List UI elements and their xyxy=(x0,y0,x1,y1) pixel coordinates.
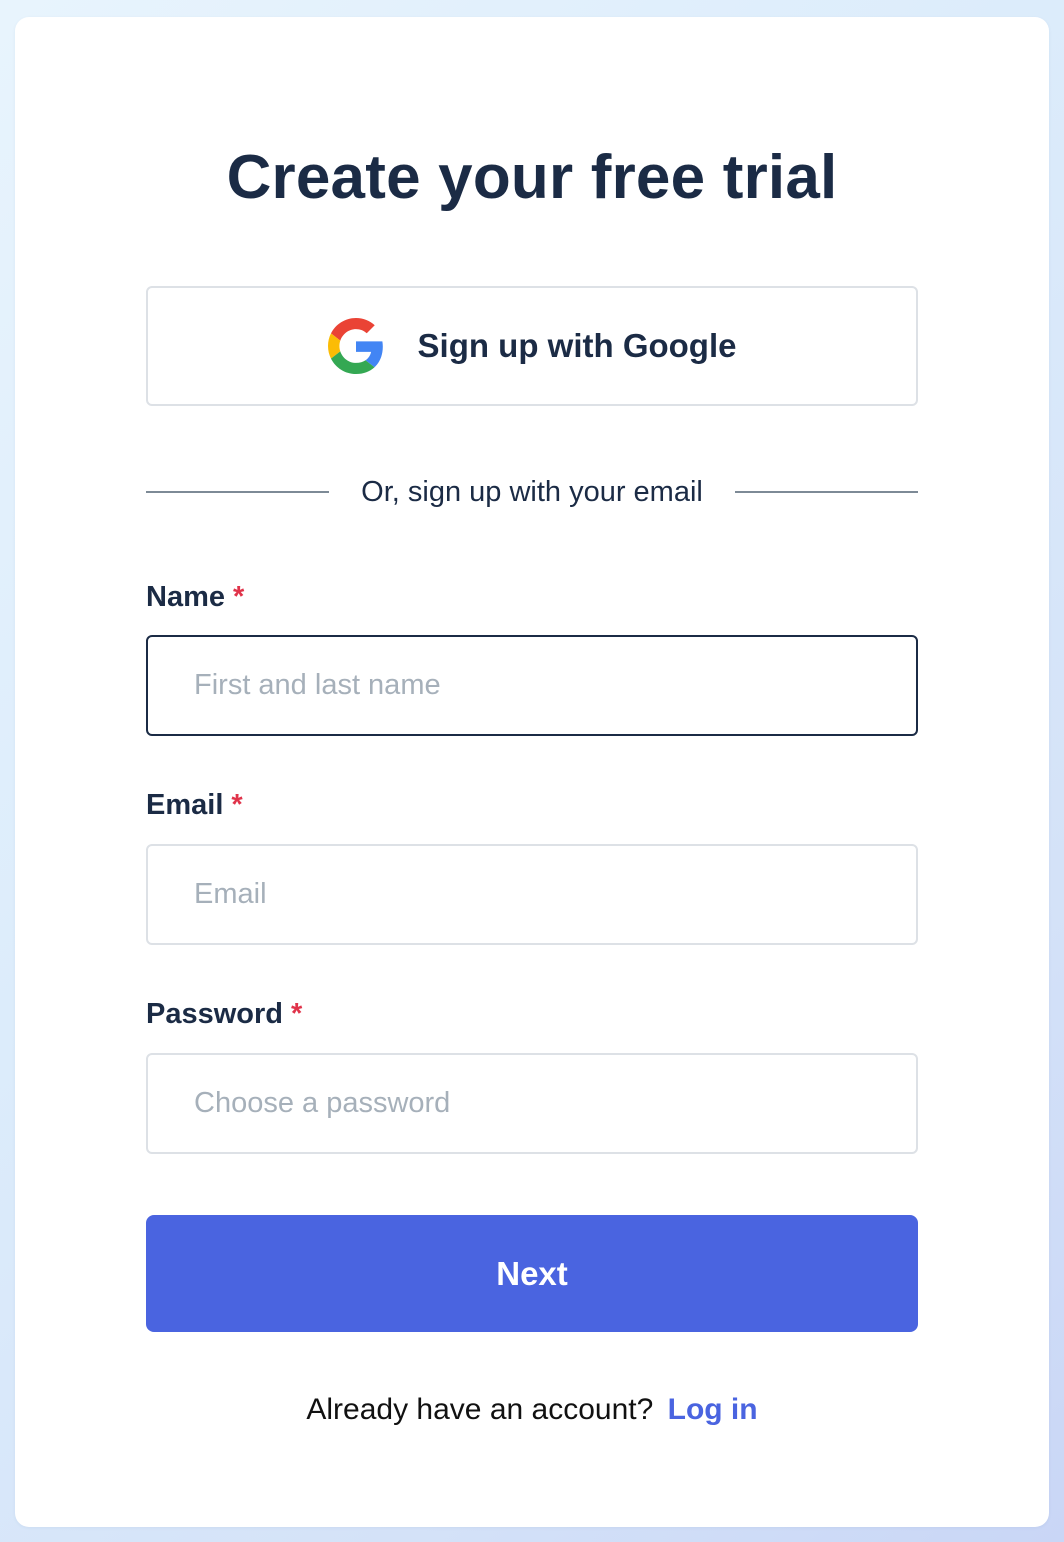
email-required-mark: * xyxy=(231,789,243,821)
email-label-text: Email xyxy=(146,789,224,821)
next-button[interactable]: Next xyxy=(146,1215,918,1332)
google-signup-label: Sign up with Google xyxy=(417,327,737,364)
divider-line-left xyxy=(146,491,330,493)
password-input[interactable] xyxy=(146,1053,918,1154)
password-required-mark: * xyxy=(291,998,303,1030)
password-label-text: Password xyxy=(146,998,283,1030)
page-title: Create your free trial xyxy=(226,143,838,212)
name-label: Name * xyxy=(146,577,918,617)
name-required-mark: * xyxy=(233,581,245,613)
or-divider: Or, sign up with your email xyxy=(146,469,919,515)
divider-line-right xyxy=(734,491,919,493)
login-prompt: Already have an account? Log in xyxy=(15,1393,1049,1427)
email-input[interactable] xyxy=(146,844,918,945)
login-link[interactable]: Log in xyxy=(668,1393,758,1426)
name-label-text: Name xyxy=(146,581,225,613)
password-label: Password * xyxy=(146,994,918,1034)
name-input[interactable] xyxy=(146,635,918,736)
login-prompt-text: Already have an account? xyxy=(306,1393,654,1426)
email-label: Email * xyxy=(146,785,918,825)
signup-card: Create your free trial Sign up with Goog… xyxy=(15,17,1049,1527)
divider-text: Or, sign up with your email xyxy=(361,475,703,508)
google-icon xyxy=(327,318,383,374)
google-signup-button[interactable]: Sign up with Google xyxy=(146,286,918,406)
